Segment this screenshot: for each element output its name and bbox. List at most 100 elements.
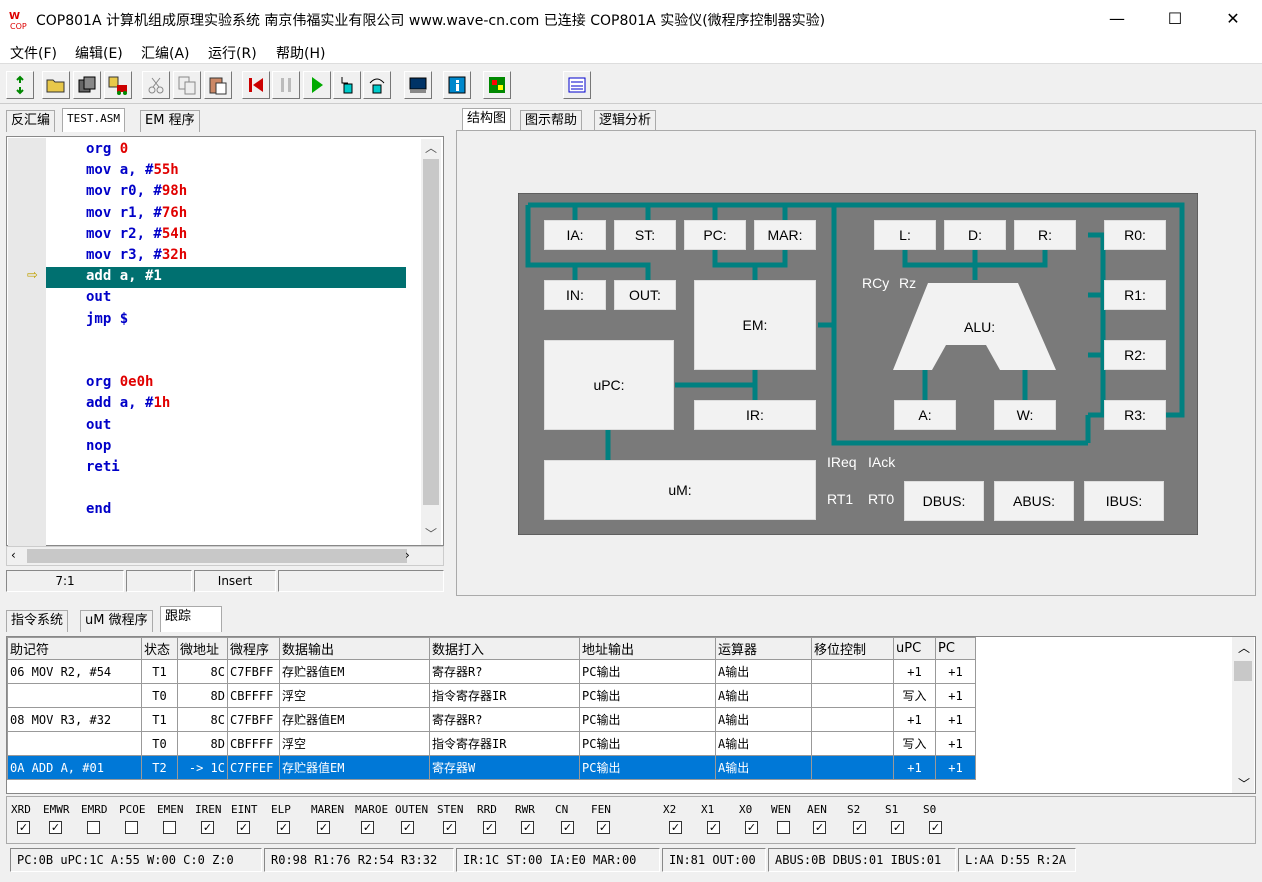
code-value: 1h [153,395,171,412]
table-cell: 写入 [893,731,936,756]
maximize-button[interactable]: ☐ [1146,0,1204,38]
paste-icon [209,77,227,95]
signal-checkbox[interactable] [125,821,138,834]
trace-scroll-up-icon[interactable]: ︿ [1238,639,1250,656]
signal-checkbox[interactable]: ✓ [361,821,374,834]
signal-checkbox[interactable]: ✓ [277,821,290,834]
table-cell: T1 [141,707,178,732]
editor-hscroll-thumb[interactable] [27,549,407,563]
signal-checkbox[interactable]: ✓ [443,821,456,834]
signal-checkbox[interactable]: ✓ [201,821,214,834]
calculator-button[interactable] [563,71,591,99]
um-memory: uM: [544,460,816,520]
status-bus: ABUS:0B DBUS:01 IBUS:01 [768,848,956,872]
reg-d: D: [944,220,1006,250]
app-logo-icon: WCOP [9,11,27,30]
code-editor[interactable]: ⇨ ︿ ﹀ org 0 mov a, #55h mov r0, #98h mov r1… [6,136,444,546]
rt1-label: RT1 [827,491,854,507]
editor-status-empty [126,570,192,592]
signal-checkbox[interactable] [777,821,790,834]
run-button[interactable] [303,71,331,99]
signal-checkbox[interactable]: ✓ [561,821,574,834]
table-cell: CBFFFF [227,731,280,756]
microprogram-button[interactable] [483,71,511,99]
trace-scroll-down-icon[interactable]: ﹀ [1238,775,1250,792]
save-all-button[interactable] [73,71,101,99]
menu-run[interactable]: 运行(R) [208,43,257,63]
memory-button[interactable] [404,71,432,99]
editor-horizontal-scrollbar[interactable]: ‹ › [6,546,444,566]
tab-logic-analysis[interactable]: 逻辑分析 [594,110,657,132]
menu-bar: 文件(F) 编辑(E) 汇编(A) 运行(R) 帮助(H) [0,38,1262,64]
signal-checkbox[interactable]: ✓ [483,821,496,834]
cut-button[interactable] [142,71,170,99]
close-button[interactable]: ✕ [1204,0,1262,38]
scroll-right-icon[interactable]: › [405,548,410,562]
signal-label: WEN [771,803,791,816]
signal-checkbox[interactable]: ✓ [237,821,250,834]
scroll-up-icon[interactable]: ︿ [425,139,437,156]
iack-label: IAck [868,454,896,470]
signal-checkbox[interactable]: ✓ [745,821,758,834]
step-over-button[interactable] [363,71,391,99]
reset-button[interactable] [242,71,270,99]
tab-em-program[interactable]: EM 程序 [140,110,200,132]
cut-icon [148,77,164,94]
signal-checkbox[interactable]: ✓ [401,821,414,834]
step-into-button[interactable] [333,71,361,99]
menu-edit[interactable]: 编辑(E) [75,43,123,63]
pause-button[interactable] [272,71,300,99]
signal-label: RWR [515,803,535,816]
scroll-left-icon[interactable]: ‹ [11,548,16,562]
signal-checkbox[interactable] [87,821,100,834]
tab-instruction-set[interactable]: 指令系统 [6,610,69,632]
signal-checkbox[interactable] [163,821,176,834]
info-button[interactable] [443,71,471,99]
menu-assemble[interactable]: 汇编(A) [141,43,190,63]
tab-test-asm[interactable]: TEST.ASM [62,108,125,132]
signal-checkbox[interactable]: ✓ [597,821,610,834]
tab-microprogram[interactable]: uM 微程序 [80,610,153,632]
signal-checkbox[interactable]: ✓ [929,821,942,834]
table-row[interactable]: T0 8D CBFFFF 浮空 指令寄存器IR PC输出 A输出 写入 +1 [7,683,976,708]
signal-checkbox[interactable]: ✓ [853,821,866,834]
signal-checkbox[interactable]: ✓ [317,821,330,834]
download-button[interactable] [104,71,132,99]
tab-diagram-help[interactable]: 图示帮助 [520,110,583,132]
table-row[interactable]: 0A ADD A, #01 T2 -> 1C C7FFEF 存贮器值EM 寄存器W PC输出… [7,755,976,780]
code-value: 54h [161,225,188,242]
minimize-button[interactable]: — [1088,0,1146,38]
abus-value: ABUS: [994,481,1074,521]
menu-help[interactable]: 帮助(H) [276,43,325,63]
signal-checkbox[interactable]: ✓ [891,821,904,834]
signal-checkbox[interactable]: ✓ [707,821,720,834]
signal-label: ELP [271,803,291,816]
tab-trace[interactable]: 跟踪 [160,606,222,632]
menu-file[interactable]: 文件(F) [10,43,57,63]
tab-disassembly[interactable]: 反汇编 [6,110,56,132]
table-row[interactable]: 08 MOV R3, #32 T1 8C C7FBFF 存贮器值EM 寄存器R? PC输出 A… [7,707,976,732]
reg-r: R: [1014,220,1076,250]
trace-scroll-thumb[interactable] [1234,661,1252,681]
paste-button[interactable] [204,71,232,99]
table-row[interactable]: 06 MOV R2, #54 T1 8C C7FBFF 存贮器值EM 寄存器R? PC输出 A… [7,659,976,684]
copy-button[interactable] [173,71,201,99]
signal-checkbox[interactable]: ✓ [521,821,534,834]
signal-checkbox[interactable]: ✓ [49,821,62,834]
code-value: 76h [161,204,188,221]
table-row[interactable]: T0 8D CBFFFF 浮空 指令寄存器IR PC输出 A输出 写入 +1 [7,731,976,756]
tab-structure[interactable]: 结构图 [462,108,512,132]
signal-checkbox[interactable]: ✓ [669,821,682,834]
scroll-down-icon[interactable]: ﹀ [425,525,437,542]
table-cell: 06 MOV R2, #54 [7,659,142,684]
open-button[interactable] [42,71,70,99]
editor-scroll-thumb[interactable] [423,159,439,505]
refresh-button[interactable] [6,71,34,99]
code-line: jmp $ [86,309,128,330]
signal-checkbox[interactable]: ✓ [17,821,30,834]
window-title: COP801A 计算机组成原理实验系统 南京伟福实业有限公司 www.wave-… [36,13,826,29]
signal-label: EMWR [43,803,70,816]
signal-checkbox[interactable]: ✓ [813,821,826,834]
trace-scrollbar[interactable]: ︿ ﹀ [1232,637,1254,793]
table-cell: A输出 [715,659,812,684]
